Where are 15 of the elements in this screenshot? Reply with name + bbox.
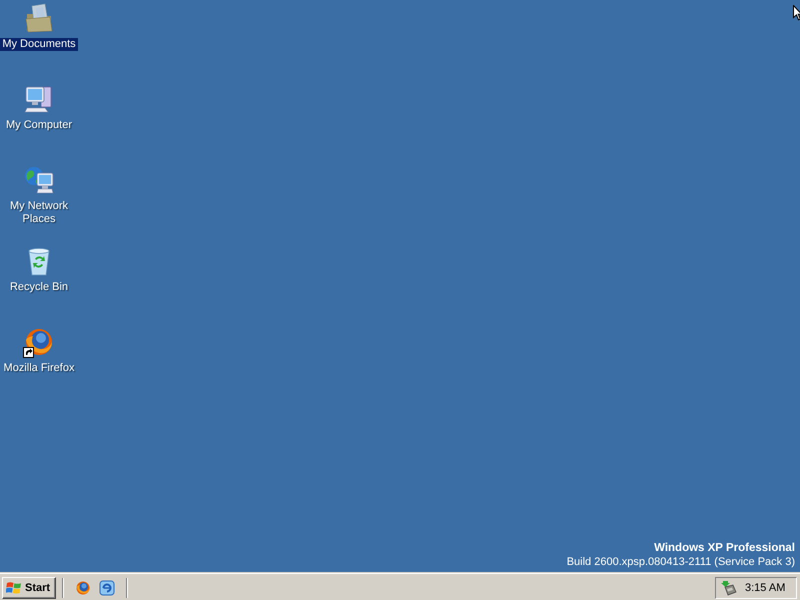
globe-computer-icon[interactable]	[23, 164, 55, 196]
icon-label[interactable]: My Documents	[0, 38, 78, 51]
fox-globe-icon[interactable]	[23, 326, 55, 358]
icon-label[interactable]: My Network Places	[0, 200, 78, 226]
edition-text: Windows XP Professional	[654, 541, 795, 555]
icon-label[interactable]: Recycle Bin	[8, 281, 70, 294]
mouse-cursor-icon	[793, 5, 800, 21]
windows-flag-icon	[6, 580, 22, 594]
hardware-card-icon[interactable]	[721, 580, 737, 596]
icon-label[interactable]: Mozilla Firefox	[2, 362, 76, 375]
build-text: Build 2600.xpsp.080413-2111 (Service Pack 3)	[566, 555, 795, 569]
clock-text[interactable]: 3:15 AM	[745, 582, 786, 594]
icon-label[interactable]: My Computer	[4, 119, 74, 132]
folder-with-papers-icon[interactable]	[23, 2, 55, 34]
start-button[interactable]: Start	[2, 576, 56, 598]
